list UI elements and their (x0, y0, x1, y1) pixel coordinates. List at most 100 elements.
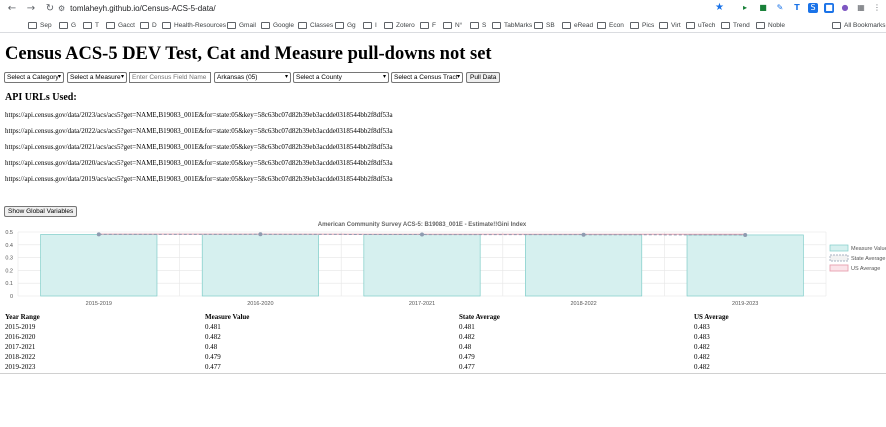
extension-icon[interactable]: ● (840, 3, 850, 13)
bookmark-folder[interactable]: TabMarks (492, 20, 532, 30)
legend-swatch (829, 264, 849, 272)
table-cell: 2019-2023 (5, 363, 36, 371)
extension-icon[interactable]: ▸ (740, 3, 750, 13)
y-tick-label: 0.5 (5, 230, 13, 236)
folder-icon (298, 21, 307, 29)
bookmarks-bar: Sep G T Gacct D Health-Resources Gmail G… (0, 17, 886, 33)
bookmark-folder[interactable]: T (83, 20, 99, 30)
census-field-input[interactable]: Enter Census Field Name (129, 72, 211, 83)
table-row: 2015-2019 0.481 0.481 0.483 (5, 322, 874, 332)
bookmark-folder[interactable]: uTech (686, 20, 715, 30)
table-cell: 0.48 (205, 343, 218, 351)
site-info-icon[interactable]: ⚙ (58, 4, 65, 13)
data-point (743, 232, 748, 237)
extension-icon[interactable]: ■ (758, 3, 768, 13)
x-tick-label: 2017-2021 (409, 301, 435, 307)
bookmark-folder[interactable]: D (140, 20, 157, 30)
folder-icon (140, 21, 149, 29)
extensions-puzzle-icon[interactable]: ▦ (856, 3, 866, 13)
api-url: https://api.census.gov/data/2019/acs/acs… (5, 175, 393, 183)
table-cell: 0.481 (459, 323, 475, 331)
bookmark-folder[interactable]: Zotero (384, 20, 415, 30)
folder-icon (597, 21, 606, 29)
bookmark-folder[interactable]: Gacct (106, 20, 135, 30)
bookmark-folder[interactable]: SB (534, 20, 555, 30)
bookmark-folder[interactable]: N° (443, 20, 462, 30)
y-tick-label: 0 (10, 294, 13, 300)
folder-icon (83, 21, 92, 29)
bookmark-folder[interactable]: Virt (659, 20, 681, 30)
extension-icon[interactable]: ✎ (775, 3, 785, 13)
reload-icon[interactable]: ↻ (43, 2, 57, 16)
bar (686, 234, 804, 297)
bookmark-folder[interactable]: Noble (756, 20, 785, 30)
bookmark-folder[interactable]: Gmail (227, 20, 256, 30)
bar (363, 234, 481, 297)
table-row: 2019-2023 0.477 0.477 0.482 (5, 362, 874, 372)
column-header: Measure Value (205, 312, 250, 321)
bookmark-folder[interactable]: S (470, 20, 486, 30)
folder-icon (420, 21, 429, 29)
county-select[interactable]: Select a County ▾ (293, 72, 389, 83)
chevron-down-icon: ▾ (120, 74, 124, 80)
bookmark-folder[interactable]: Google (261, 20, 294, 30)
table-bottom-rule (0, 373, 886, 374)
bookmark-folder[interactable]: Gg (335, 20, 356, 30)
table-cell: 2017-2021 (5, 343, 36, 351)
column-header: US Average (694, 312, 729, 321)
bookmark-folder[interactable]: Trend (721, 20, 750, 30)
chart-svg: American Community Survey ACS-5: B19083_… (5, 222, 886, 307)
measure-select[interactable]: Select a Measure ▾ (67, 72, 127, 83)
bookmark-folder[interactable]: F (420, 20, 436, 30)
bookmark-folder[interactable]: Pics (630, 20, 654, 30)
back-icon[interactable]: ← (5, 2, 19, 16)
category-select[interactable]: Select a Category ▾ (4, 72, 64, 83)
table-header-row: Year Range Measure Value State Average U… (5, 311, 874, 322)
tract-select[interactable]: Select a Census Tract ▾ (391, 72, 463, 83)
folder-icon (756, 21, 765, 29)
extension-icon[interactable]: S (808, 3, 818, 13)
extension-icon[interactable]: T (792, 3, 802, 13)
address-bar[interactable]: ⚙ tomlaheyh.github.io/Census-ACS-5-data/ (58, 1, 718, 15)
table-row: 2016-2020 0.482 0.482 0.483 (5, 332, 874, 342)
bookmark-folder[interactable]: I (363, 20, 377, 30)
api-urls-heading: API URLs Used: (5, 92, 77, 103)
bookmark-folder[interactable]: Health-Resources (162, 20, 226, 30)
table-cell: 0.479 (459, 353, 475, 361)
table-cell: 2018-2022 (5, 353, 36, 361)
bookmark-star-icon[interactable]: ★ (715, 2, 724, 13)
y-tick-label: 0.1 (5, 281, 13, 287)
bookmark-folder[interactable]: Econ (597, 20, 624, 30)
browser-toolbar: ← → ↻ ⚙ tomlaheyh.github.io/Census-ACS-5… (0, 0, 886, 17)
x-tick-label: 2015-2019 (86, 301, 112, 307)
bookmark-folder[interactable]: Classes (298, 20, 333, 30)
folder-icon (106, 21, 115, 29)
table-cell: 0.477 (459, 363, 475, 371)
all-bookmarks[interactable]: All Bookmarks (832, 20, 886, 30)
pull-data-button[interactable]: Pull Data (466, 72, 501, 83)
table-cell: 0.477 (205, 363, 221, 371)
folder-icon (363, 21, 372, 29)
bookmark-folder[interactable]: Sep (28, 20, 52, 30)
data-point (420, 232, 424, 237)
forward-icon[interactable]: → (24, 2, 38, 16)
api-url: https://api.census.gov/data/2020/acs/acs… (5, 159, 393, 167)
folder-icon (686, 21, 695, 29)
table-cell: 0.48 (459, 343, 472, 351)
folder-icon (832, 21, 841, 29)
bookmark-folder[interactable]: eRead (562, 20, 593, 30)
menu-icon[interactable]: ⋮ (872, 3, 882, 13)
show-global-variables-button[interactable]: Show Global Variables (4, 206, 78, 217)
y-tick-label: 0.2 (5, 268, 13, 274)
column-header: State Average (459, 312, 500, 321)
folder-icon (335, 21, 344, 29)
table-cell: 0.483 (694, 333, 710, 341)
bookmark-folder[interactable]: G (59, 20, 76, 30)
folder-icon (227, 21, 236, 29)
extension-icon[interactable]: ■ (824, 3, 834, 13)
chevron-down-icon: ▾ (382, 74, 386, 80)
page-title: Census ACS-5 DEV Test, Cat and Measure p… (5, 44, 492, 64)
state-select[interactable]: Arkansas (05) ▾ (214, 72, 291, 83)
table-cell: 0.482 (694, 343, 710, 351)
table-row: 2017-2021 0.48 0.48 0.482 (5, 342, 874, 352)
